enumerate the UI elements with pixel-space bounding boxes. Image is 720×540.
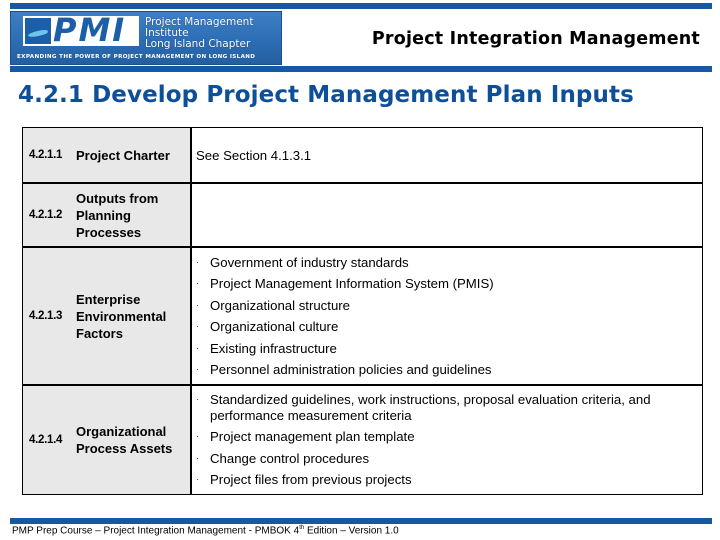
logo-tagline: Expanding the Power of Project Managemen… — [17, 54, 256, 60]
input-label-cell: 4.2.1.3 Enterprise Environmental Factors — [22, 246, 192, 386]
input-content-cell — [190, 182, 703, 248]
pmi-logo-letters: PMI — [53, 11, 127, 49]
bullet-icon: · — [196, 474, 199, 485]
list-item-text: Organizational structure — [210, 297, 351, 313]
list-item: · Organizational structure — [196, 295, 702, 317]
list-item-text: Standardized guidelines, work instructio… — [210, 391, 651, 423]
bullet-icon: · — [196, 256, 199, 267]
table-row: 4.2.1.2 Outputs from Planning Processes — [22, 182, 703, 248]
list-item: · Personnel administration policies and g… — [196, 359, 702, 381]
logo-org-name-line1: Project Management Institute — [145, 16, 254, 39]
input-name: Enterprise Environmental Factors — [76, 291, 167, 341]
list-item-text: Personnel administration policies and gu… — [210, 362, 492, 377]
input-number: 4.2.1.3 — [29, 310, 63, 322]
bullet-icon: · — [196, 394, 199, 405]
list-item-text: Organizational culture — [210, 319, 339, 334]
footer-rule — [10, 518, 712, 524]
process-assets-list: · Standardized guidelines, work instructi… — [192, 387, 702, 493]
pmi-logo-mark: PMI — [23, 11, 139, 49]
table-row: 4.2.1.3 Enterprise Environmental Factors… — [22, 246, 703, 386]
input-content-cell: · Government of industry standards · Projec… — [190, 246, 703, 386]
list-item: · Project Management Information System (… — [196, 273, 702, 295]
logo-org-name: Project Management Institute Long Island… — [145, 17, 281, 50]
input-number: 4.2.1.4 — [29, 434, 63, 446]
input-label-cell: 4.2.1.1 Project Charter — [22, 127, 192, 184]
input-number: 4.2.1.1 — [29, 149, 63, 161]
input-content-cell: See Section 4.1.3.1 — [190, 127, 703, 184]
list-item: · Organizational culture — [196, 316, 702, 338]
list-item: · Change control procedures — [196, 448, 702, 470]
input-label-cell: 4.2.1.2 Outputs from Planning Processes — [22, 182, 192, 248]
input-number: 4.2.1.2 — [29, 209, 63, 221]
list-item-text: Government of industry standards — [210, 254, 409, 270]
input-name: Project Charter — [76, 147, 170, 163]
list-item: · Existing infrastructure — [196, 338, 702, 360]
table-row: 4.2.1.1 Project Charter See Section 4.1.… — [22, 127, 703, 184]
page-heading: 4.2.1 Develop Project Management Plan In… — [18, 82, 634, 108]
input-name: Outputs from Planning Processes — [76, 190, 159, 240]
list-item-text: Project Management Information System (P… — [210, 276, 494, 291]
inputs-table: 4.2.1.1 Project Charter See Section 4.1.… — [22, 127, 703, 495]
list-item: · Standardized guidelines, work instructi… — [196, 389, 702, 426]
pmi-li-logo-banner: PMI Project Management Institute Long Is… — [10, 11, 282, 65]
footer-text-main: PMP Prep Course – Project Integration Ma… — [12, 525, 300, 537]
list-item: · Government of industry standards — [196, 252, 702, 274]
list-item-text: Change control procedures — [210, 450, 370, 466]
list-item-text: Project files from previous projects — [210, 472, 412, 488]
long-island-icon — [25, 18, 51, 44]
header-top-rule — [10, 3, 712, 9]
table-row: 4.2.1.4 Organizational Process Assets · S… — [22, 384, 703, 495]
bullet-icon: · — [196, 342, 199, 353]
input-content-text: See Section 4.1.3.1 — [196, 147, 312, 163]
slide-header-title: Project Integration Management — [371, 29, 700, 49]
list-item-text: Project management plan template — [210, 429, 415, 445]
input-content-cell: · Standardized guidelines, work instructi… — [190, 384, 703, 495]
input-name: Organizational Process Assets — [76, 424, 173, 456]
footer-text: PMP Prep Course – Project Integration Ma… — [12, 525, 399, 536]
input-label-cell: 4.2.1.4 Organizational Process Assets — [22, 384, 192, 495]
logo-org-name-line2: Long Island Chapter — [145, 38, 251, 50]
bullet-icon: · — [196, 364, 199, 374]
bullet-icon: · — [196, 299, 199, 310]
header-bottom-rule — [10, 66, 712, 72]
bullet-icon: · — [196, 431, 199, 442]
bullet-icon: · — [196, 452, 199, 463]
enterprise-factors-list: · Government of industry standards · Projec… — [192, 250, 702, 383]
bullet-icon: · — [196, 321, 199, 331]
list-item-text: Existing infrastructure — [210, 340, 337, 356]
footer-text-end: Edition – Version 1.0 — [304, 525, 399, 537]
list-item: · Project management plan template — [196, 426, 702, 448]
bullet-icon: · — [196, 278, 199, 288]
list-item: · Project files from previous projects — [196, 469, 702, 491]
